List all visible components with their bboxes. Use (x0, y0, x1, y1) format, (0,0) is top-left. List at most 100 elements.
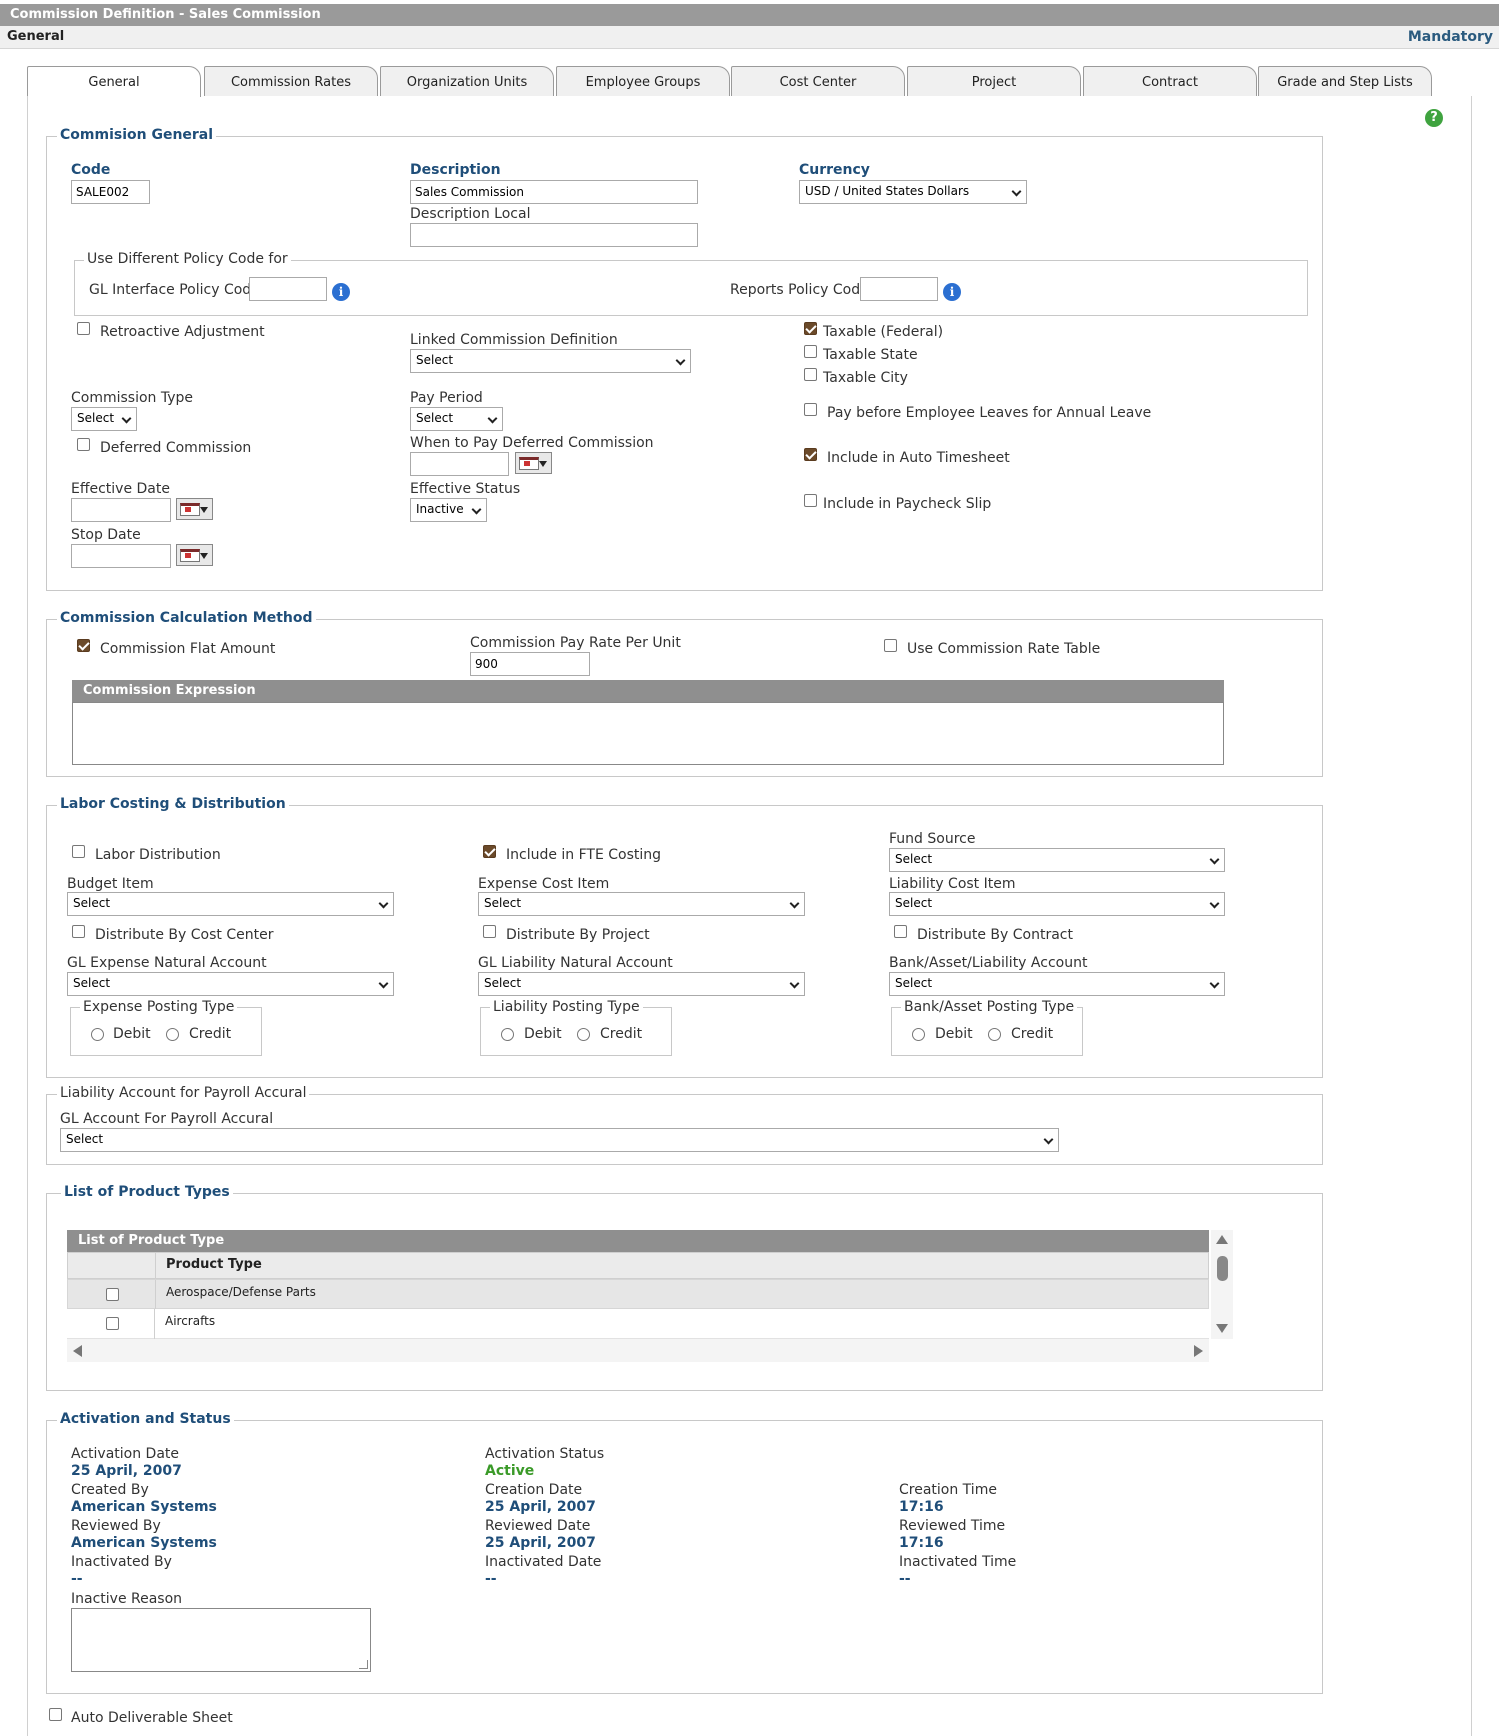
dist-contract-checkbox[interactable] (894, 925, 907, 938)
retroactive-checkbox[interactable] (77, 322, 90, 335)
tab-grade-and-step-lists[interactable]: Grade and Step Lists (1258, 66, 1432, 96)
taxable-city-checkbox[interactable] (804, 368, 817, 381)
pay-rate-input[interactable] (470, 652, 590, 676)
flat-amount-checkbox[interactable] (77, 639, 90, 652)
creation-time-label: Creation Time (899, 1482, 997, 1498)
activation-status-value: Active (485, 1463, 535, 1479)
expense-cost-label: Expense Cost Item (478, 876, 610, 892)
liability-debit-radio[interactable] (501, 1028, 514, 1041)
table-row[interactable]: Aircrafts (67, 1309, 1209, 1339)
auto-deliverable-checkbox[interactable] (49, 1708, 62, 1721)
liability-credit-radio[interactable] (577, 1028, 590, 1041)
description-local-input[interactable] (410, 223, 698, 247)
bank-credit-label: Credit (1011, 1026, 1054, 1042)
effective-status-select[interactable]: Inactive (410, 498, 487, 522)
auto-timesheet-checkbox[interactable] (804, 448, 817, 461)
liability-cost-value: Select (895, 896, 933, 910)
table-row[interactable]: Aerospace/Defense Parts (67, 1279, 1209, 1310)
gl-interface-policy-label: GL Interface Policy Code (89, 282, 260, 298)
currency-select-value: USD / United States Dollars (805, 184, 970, 198)
linked-commission-label: Linked Commission Definition (410, 332, 618, 348)
pay-before-leave-checkbox[interactable] (804, 403, 817, 416)
row-checkbox[interactable] (106, 1288, 119, 1301)
tab-general[interactable]: General (27, 66, 201, 97)
scroll-left-icon[interactable] (73, 1345, 82, 1357)
dist-project-checkbox[interactable] (483, 925, 496, 938)
expense-credit-radio[interactable] (166, 1028, 179, 1041)
calendar-icon[interactable] (176, 498, 213, 520)
expense-cost-select[interactable]: Select (478, 892, 805, 916)
commission-type-value: Select (77, 411, 115, 425)
subheader-title: General (7, 29, 65, 44)
reports-policy-input[interactable] (860, 277, 938, 301)
inactivated-by-label: Inactivated By (71, 1554, 172, 1570)
dist-cost-center-label: Distribute By Cost Center (95, 927, 274, 943)
commission-type-select[interactable]: Select (71, 407, 137, 431)
code-input[interactable] (71, 180, 150, 204)
currency-label: Currency (799, 162, 870, 178)
resize-handle-icon[interactable] (359, 1660, 368, 1669)
scroll-up-icon[interactable] (1216, 1235, 1228, 1244)
tab-cost-center[interactable]: Cost Center (731, 66, 905, 96)
inactive-reason-textarea[interactable] (71, 1608, 371, 1672)
horizontal-scrollbar[interactable] (67, 1339, 1209, 1362)
created-by-value: American Systems (71, 1499, 217, 1515)
rate-table-checkbox[interactable] (884, 639, 897, 652)
stop-date-label: Stop Date (71, 527, 141, 543)
paycheck-slip-checkbox[interactable] (804, 494, 817, 507)
bank-account-select[interactable]: Select (889, 972, 1225, 996)
help-icon[interactable]: ? (1425, 109, 1443, 127)
tab-project[interactable]: Project (907, 66, 1081, 96)
gl-expense-select[interactable]: Select (67, 972, 394, 996)
scroll-thumb[interactable] (1217, 1256, 1228, 1281)
dist-cost-center-checkbox[interactable] (72, 925, 85, 938)
taxable-federal-checkbox[interactable] (804, 322, 817, 335)
pay-period-select[interactable]: Select (410, 407, 503, 431)
product-type-column-header: Product Type (166, 1257, 262, 1272)
fund-source-select[interactable]: Select (889, 848, 1225, 872)
scroll-down-icon[interactable] (1216, 1324, 1228, 1333)
creation-date-value: 25 April, 2007 (485, 1499, 596, 1515)
retroactive-label: Retroactive Adjustment (100, 324, 265, 340)
bank-debit-radio[interactable] (912, 1028, 925, 1041)
calendar-icon[interactable] (176, 544, 213, 566)
gl-interface-policy-input[interactable] (249, 277, 327, 301)
effective-date-input[interactable] (71, 498, 171, 522)
gl-account-accrual-select[interactable]: Select (60, 1128, 1059, 1152)
paycheck-slip-label: Include in Paycheck Slip (823, 496, 992, 512)
expression-textarea[interactable] (72, 702, 1224, 765)
reviewed-by-label: Reviewed By (71, 1518, 161, 1534)
auto-deliverable-label: Auto Deliverable Sheet (71, 1710, 233, 1726)
tab-organization-units[interactable]: Organization Units (380, 66, 554, 96)
currency-select[interactable]: USD / United States Dollars (799, 180, 1027, 204)
scroll-right-icon[interactable] (1194, 1345, 1203, 1357)
description-input[interactable] (410, 180, 698, 204)
reviewed-date-value: 25 April, 2007 (485, 1535, 596, 1551)
vertical-scrollbar[interactable] (1211, 1230, 1233, 1339)
deferred-commission-checkbox[interactable] (77, 438, 90, 451)
tab-contract[interactable]: Contract (1083, 66, 1257, 96)
when-to-pay-input[interactable] (410, 452, 509, 476)
gl-expense-label: GL Expense Natural Account (67, 955, 267, 971)
reviewed-date-label: Reviewed Date (485, 1518, 591, 1534)
linked-commission-select[interactable]: Select (410, 349, 691, 373)
taxable-state-label: Taxable State (823, 347, 918, 363)
stop-date-input[interactable] (71, 544, 171, 568)
info-icon[interactable]: i (332, 283, 350, 301)
liability-debit-label: Debit (524, 1026, 562, 1042)
taxable-state-checkbox[interactable] (804, 345, 817, 358)
labor-distribution-checkbox[interactable] (72, 845, 85, 858)
budget-item-select[interactable]: Select (67, 892, 394, 916)
bank-credit-radio[interactable] (988, 1028, 1001, 1041)
gl-liability-select[interactable]: Select (478, 972, 805, 996)
expense-debit-radio[interactable] (91, 1028, 104, 1041)
tab-employee-groups[interactable]: Employee Groups (556, 66, 730, 96)
info-icon[interactable]: i (943, 283, 961, 301)
tab-commission-rates[interactable]: Commission Rates (204, 66, 378, 96)
row-checkbox[interactable] (106, 1317, 119, 1330)
calendar-icon[interactable] (515, 452, 552, 474)
created-by-label: Created By (71, 1482, 149, 1498)
liability-cost-select[interactable]: Select (889, 892, 1225, 916)
fte-costing-checkbox[interactable] (483, 845, 496, 858)
mandatory-label: Mandatory (1407, 29, 1493, 45)
